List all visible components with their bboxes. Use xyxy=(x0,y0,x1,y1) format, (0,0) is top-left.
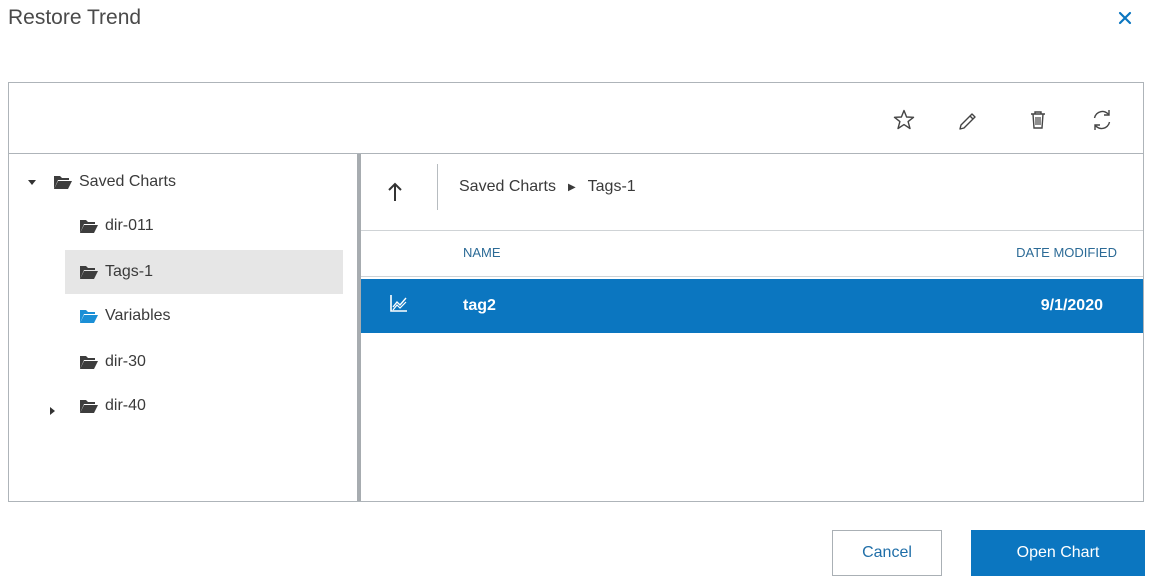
folder-tree: Saved Charts dir-011 Tags-1 Variables di… xyxy=(9,154,357,501)
folder-open-icon xyxy=(80,356,98,369)
tree-item-label: dir-30 xyxy=(105,353,146,370)
row-name: tag2 xyxy=(463,297,496,314)
navigation-bar: Saved Charts ▶ Tags-1 xyxy=(361,154,1143,231)
caret-down-icon[interactable] xyxy=(27,177,37,187)
toolbar xyxy=(9,83,1143,154)
folder-open-icon xyxy=(54,176,72,189)
row-date-modified: 9/1/2020 xyxy=(1040,297,1103,314)
close-icon[interactable] xyxy=(1115,8,1135,28)
tree-item-label: Tags-1 xyxy=(105,263,154,280)
tree-item-variables[interactable]: Variables xyxy=(79,294,343,338)
tree-item-saved-charts[interactable]: Saved Charts xyxy=(53,160,343,204)
star-icon[interactable] xyxy=(891,107,917,133)
breadcrumb-item-saved-charts[interactable]: Saved Charts xyxy=(459,178,556,196)
tree-item-label: Variables xyxy=(105,307,171,324)
tree-item-dir-30[interactable]: dir-30 xyxy=(79,340,343,384)
tree-item-dir-40[interactable]: dir-40 xyxy=(79,384,343,428)
caret-right-icon[interactable] xyxy=(47,406,57,416)
tree-item-dir-011[interactable]: dir-011 xyxy=(79,204,343,248)
refresh-icon[interactable] xyxy=(1089,107,1115,133)
tree-item-label: dir-40 xyxy=(105,397,146,414)
tree-item-label: dir-011 xyxy=(105,217,154,234)
column-header-date-modified[interactable]: DATE MODIFIED xyxy=(1016,245,1117,260)
tree-item-tags-1[interactable]: Tags-1 xyxy=(65,250,343,294)
caret-right-icon: ▶ xyxy=(567,181,576,193)
arrow-up-icon[interactable] xyxy=(381,178,409,206)
dialog-title: Restore Trend xyxy=(8,6,142,29)
tree-item-label: Saved Charts xyxy=(79,173,176,190)
breadcrumb: Saved Charts ▶ Tags-1 xyxy=(459,178,636,196)
folder-open-icon xyxy=(80,310,98,323)
table-row[interactable]: tag2 9/1/2020 xyxy=(361,279,1143,333)
table-header: NAME DATE MODIFIED xyxy=(361,230,1143,277)
cancel-button[interactable]: Cancel xyxy=(832,530,942,576)
file-list-panel: Saved Charts ▶ Tags-1 NAME DATE MODIFIED… xyxy=(361,154,1143,501)
folder-open-icon xyxy=(80,220,98,233)
pencil-icon[interactable] xyxy=(955,107,981,133)
folder-open-icon xyxy=(80,400,98,413)
chart-icon xyxy=(390,295,407,312)
folder-open-icon xyxy=(80,266,98,279)
trash-icon[interactable] xyxy=(1025,107,1051,133)
column-header-name[interactable]: NAME xyxy=(463,245,501,260)
browser-panel: Saved Charts dir-011 Tags-1 Variables di… xyxy=(8,82,1144,502)
open-chart-button[interactable]: Open Chart xyxy=(971,530,1145,576)
breadcrumb-item-tags-1[interactable]: Tags-1 xyxy=(588,178,636,196)
divider xyxy=(437,164,438,210)
